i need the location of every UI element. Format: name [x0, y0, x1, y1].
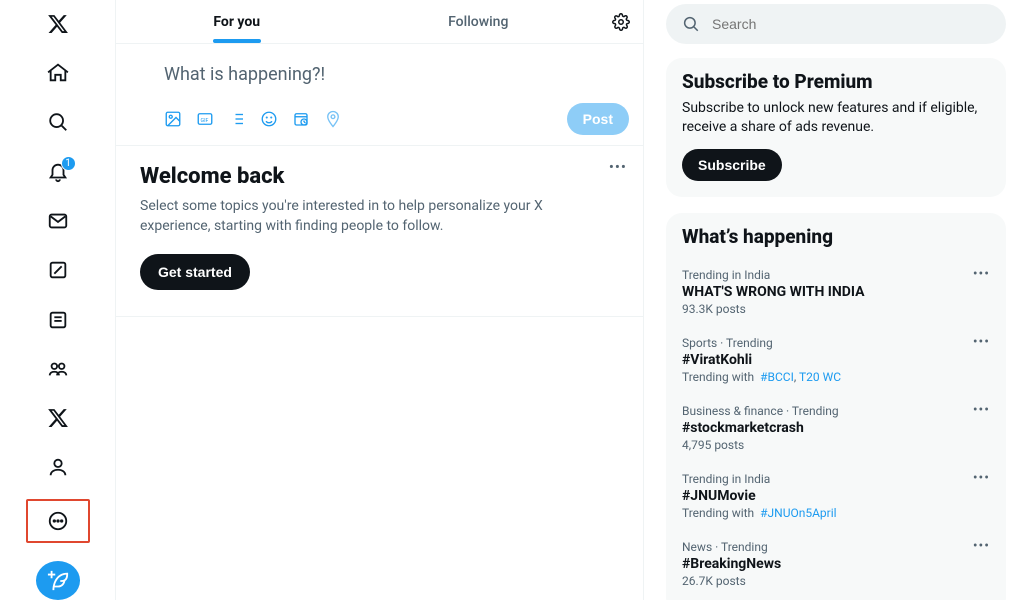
trend-category: News · Trending — [682, 540, 990, 554]
media-icon[interactable] — [164, 110, 182, 128]
nav-more-highlighted — [26, 499, 90, 543]
timeline-tabs: For you Following — [116, 0, 643, 44]
trend-item[interactable]: Trending in India WHAT'S WRONG WITH INDI… — [682, 258, 990, 326]
nav-grok[interactable] — [38, 253, 78, 288]
nav-premium[interactable] — [38, 401, 78, 436]
trend-topic: #BreakingNews — [682, 556, 990, 572]
svg-text:GIF: GIF — [201, 118, 209, 124]
search-icon — [682, 15, 700, 33]
trend-topic: #ViratKohli — [682, 352, 990, 368]
nav-explore[interactable] — [38, 105, 78, 140]
schedule-icon[interactable] — [292, 110, 310, 128]
main-column: For you Following What is happening?! GI… — [115, 0, 644, 600]
location-icon[interactable] — [324, 110, 342, 128]
emoji-icon[interactable] — [260, 110, 278, 128]
trend-topic: WHAT'S WRONG WITH INDIA — [682, 284, 990, 300]
trend-link[interactable]: #BCCI — [760, 370, 794, 384]
post-button[interactable]: Post — [567, 103, 629, 135]
nav-more[interactable] — [46, 509, 70, 533]
trend-meta: 93.3K posts — [682, 302, 990, 316]
trend-topic: #JNUMovie — [682, 488, 990, 504]
nav-profile[interactable] — [38, 450, 78, 485]
timeline-settings-icon[interactable] — [599, 0, 643, 43]
trend-category: Sports · Trending — [682, 336, 990, 350]
trend-item[interactable]: Sports · Trending #ViratKohli Trending w… — [682, 326, 990, 394]
search-input[interactable] — [712, 16, 990, 32]
trends-title: What’s happening — [682, 225, 990, 248]
welcome-body: Select some topics you're interested in … — [140, 197, 580, 236]
welcome-card: ••• Welcome back Select some topics you'… — [116, 146, 643, 317]
tab-for-you[interactable]: For you — [116, 0, 358, 43]
welcome-title: Welcome back — [140, 164, 619, 189]
trend-category: Trending in India — [682, 268, 990, 282]
card-more-icon[interactable]: ••• — [609, 158, 627, 176]
nav-lists[interactable] — [38, 302, 78, 337]
trend-category: Trending in India — [682, 472, 990, 486]
trend-more-icon[interactable]: ••• — [973, 402, 990, 418]
trend-meta: Trending with #BCCI, T20 WC — [682, 370, 990, 384]
notification-badge: 1 — [61, 156, 76, 171]
trend-item[interactable]: Business & finance · Trending #stockmark… — [682, 394, 990, 462]
compose-box: What is happening?! GIF Post — [116, 44, 643, 146]
trend-link[interactable]: T20 WC — [799, 370, 841, 384]
trend-more-icon[interactable]: ••• — [973, 470, 990, 486]
trend-more-icon[interactable]: ••• — [973, 266, 990, 282]
nav-home[interactable] — [38, 55, 78, 90]
trends-panel: What’s happening Trending in India WHAT'… — [666, 213, 1006, 600]
compose-button[interactable] — [36, 561, 80, 600]
get-started-button[interactable]: Get started — [140, 254, 250, 290]
nav-communities[interactable] — [38, 351, 78, 386]
gif-icon[interactable]: GIF — [196, 110, 214, 128]
trend-more-icon[interactable]: ••• — [973, 538, 990, 554]
premium-panel: Subscribe to Premium Subscribe to unlock… — [666, 58, 1006, 197]
compose-toolbar: GIF — [164, 110, 342, 128]
trend-category: Business & finance · Trending — [682, 404, 990, 418]
trend-link[interactable]: #JNUOn5April — [760, 506, 836, 520]
trend-topic: #stockmarketcrash — [682, 420, 990, 436]
nav-notifications[interactable]: 1 — [38, 154, 78, 189]
subscribe-button[interactable]: Subscribe — [682, 149, 782, 181]
trend-meta: 4,795 posts — [682, 438, 990, 452]
trend-more-icon[interactable]: ••• — [973, 334, 990, 350]
logo-x-icon[interactable] — [38, 6, 78, 41]
poll-icon[interactable] — [228, 110, 246, 128]
tab-following[interactable]: Following — [358, 0, 600, 43]
trend-item[interactable]: Trending in India #JNUMovie Trending wit… — [682, 462, 990, 530]
premium-body: Subscribe to unlock new features and if … — [682, 99, 990, 137]
trend-item[interactable]: News · Trending #BreakingNews 26.7K post… — [682, 530, 990, 598]
premium-title: Subscribe to Premium — [682, 70, 990, 93]
right-column: Subscribe to Premium Subscribe to unlock… — [644, 0, 1024, 600]
trend-meta: Trending with #JNUOn5April — [682, 506, 990, 520]
nav-messages[interactable] — [38, 203, 78, 238]
trend-meta: 26.7K posts — [682, 574, 990, 588]
left-nav: 1 — [0, 0, 115, 600]
search-box[interactable] — [666, 4, 1006, 44]
compose-input[interactable]: What is happening?! — [164, 58, 629, 103]
